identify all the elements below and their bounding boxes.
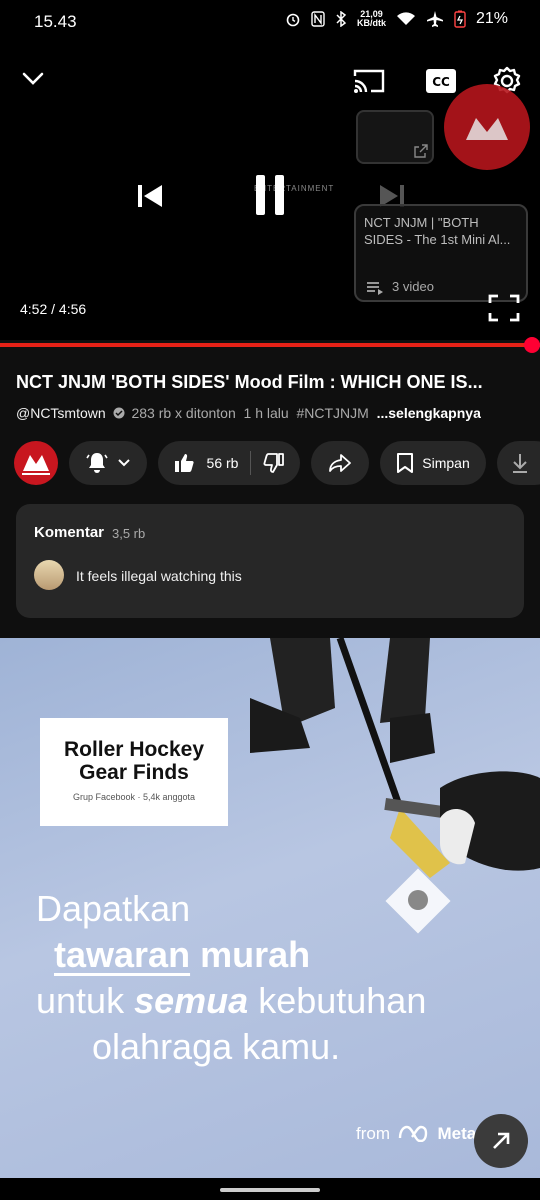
wifi-icon — [396, 12, 415, 25]
cast-icon — [353, 69, 385, 93]
status-bar: 15.43 21,09 KB/dtk 21% — [0, 0, 540, 44]
chevron-down-icon — [22, 72, 44, 85]
commenter-avatar — [34, 560, 64, 590]
home-gesture-handle[interactable] — [220, 1188, 320, 1192]
video-title[interactable]: NCT JNJM 'BOTH SIDES' Mood Film : WHICH … — [16, 372, 528, 393]
like-count: 56 rb — [206, 455, 239, 471]
arrow-up-right-icon — [493, 1132, 510, 1149]
network-speed: 21,09 KB/dtk — [356, 9, 386, 28]
save-label: Simpan — [422, 455, 470, 471]
ad-banner[interactable]: Roller Hockey Gear Finds Grup Facebook ·… — [0, 638, 540, 1178]
thumbs-up-icon — [174, 454, 194, 472]
progress-bar[interactable] — [0, 343, 532, 347]
external-link-icon — [414, 144, 428, 158]
end-screen-thumbnail[interactable] — [356, 110, 434, 164]
ad-group-card[interactable]: Roller Hockey Gear Finds Grup Facebook ·… — [40, 718, 228, 826]
ad-headline-line1: Dapatkan — [36, 888, 191, 929]
battery-percent: 21% — [475, 10, 508, 27]
like-dislike-group: 56 rb — [158, 441, 300, 485]
previous-button[interactable] — [130, 178, 170, 214]
view-count: 283 rb x ditonton — [131, 405, 236, 421]
pause-button[interactable] — [246, 170, 294, 220]
ad-headline-line3: untuk semua kebutuhan — [36, 980, 427, 1021]
nfc-icon — [311, 11, 325, 27]
playlist-card-count: 3 video — [392, 279, 434, 294]
dislike-button[interactable] — [251, 452, 285, 474]
bluetooth-icon — [336, 11, 347, 27]
channel-logo-icon — [22, 455, 50, 475]
like-button[interactable]: 56 rb — [173, 451, 252, 475]
share-icon — [329, 454, 351, 472]
channel-avatar[interactable] — [14, 441, 58, 485]
time-display: 4:52 / 4:56 — [20, 301, 87, 317]
subscription-bell-button[interactable] — [69, 441, 147, 485]
hashtag[interactable]: #NCTJNJM — [296, 405, 368, 421]
meta-logo-icon — [398, 1125, 427, 1143]
ad-card-title: Roller Hockey Gear Finds — [63, 738, 205, 784]
system-nav-bar — [0, 1178, 540, 1200]
ad-headline-line2: tawaran murah — [54, 934, 311, 975]
ad-headline-line4: olahraga kamu. — [92, 1026, 341, 1067]
end-screen-channel-avatar[interactable] — [444, 84, 530, 170]
fullscreen-icon — [488, 294, 520, 322]
comments-count: 3,5 rb — [112, 526, 146, 541]
share-button[interactable] — [311, 441, 369, 485]
progress-scrubber[interactable] — [523, 337, 540, 353]
status-icons: 21,09 KB/dtk 21% — [285, 10, 508, 28]
playlist-icon — [367, 282, 383, 295]
minimize-button[interactable] — [16, 62, 50, 96]
alarm-icon — [286, 13, 300, 27]
save-button[interactable]: Simpan — [380, 441, 486, 485]
upload-age: 1 h lalu — [243, 405, 289, 421]
ad-open-button[interactable] — [474, 1114, 528, 1168]
end-screen-playlist-card[interactable]: NCT JNJM | "BOTH SIDES - The 1st Mini Al… — [354, 204, 528, 302]
download-button[interactable] — [497, 441, 540, 485]
ad-card-subtitle: Grup Facebook · 5,4k anggota — [72, 792, 196, 802]
ad-attribution: from Meta — [356, 1124, 477, 1143]
thumbs-down-icon — [263, 453, 285, 473]
bookmark-icon — [397, 453, 414, 473]
playlist-card-title: NCT JNJM | "BOTH SIDES - The 1st Mini Al… — [364, 215, 511, 247]
bell-icon — [86, 453, 108, 473]
top-comment-text: It feels illegal watching this — [76, 568, 242, 584]
battery-icon — [454, 10, 466, 28]
cast-button[interactable] — [350, 64, 388, 98]
comments-heading: Komentar — [34, 524, 105, 541]
download-icon — [513, 454, 527, 473]
pause-icon — [256, 175, 284, 215]
fullscreen-button[interactable] — [486, 292, 522, 324]
comments-section[interactable]: Komentar 3,5 rb It feels illegal watchin… — [16, 504, 524, 618]
airplane-icon — [426, 11, 443, 27]
video-meta[interactable]: @NCTsmtown 283 rb x ditonton 1 h lalu #N… — [16, 405, 481, 421]
skip-previous-icon — [138, 185, 162, 207]
status-time: 15.43 — [34, 12, 77, 31]
verified-icon — [113, 407, 125, 419]
channel-logo-icon — [466, 118, 508, 140]
more-link[interactable]: ...selengkapnya — [377, 405, 481, 421]
channel-handle[interactable]: @NCTsmtown — [16, 405, 106, 421]
chevron-down-icon — [118, 459, 130, 467]
